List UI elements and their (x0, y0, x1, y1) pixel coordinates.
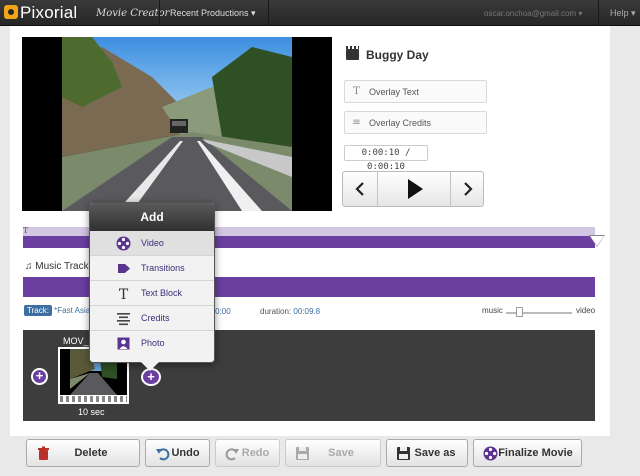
text-track-marker: T (23, 226, 29, 235)
undo-button[interactable]: Undo (145, 439, 210, 467)
duration-label: duration: (260, 307, 292, 316)
timecode-display: 0:00:10 / 0:00:10 (344, 145, 428, 172)
film-reel-icon (116, 236, 131, 251)
song-name[interactable]: *Fast Asia (54, 306, 90, 315)
previous-button[interactable] (343, 172, 378, 206)
divider (268, 0, 269, 26)
duration-value: 00:09.8 (293, 307, 321, 316)
portrait-icon (117, 337, 130, 350)
overlay-credits-field[interactable]: ≡ Overlay Credits (344, 111, 487, 134)
arrow-right-icon (118, 264, 130, 273)
add-text-block-item[interactable]: T Text Block (90, 281, 214, 306)
mix-video-label: video (576, 306, 596, 315)
divider (598, 0, 599, 26)
duration-info: duration: 00:09.8 (260, 307, 320, 316)
account-menu[interactable]: oscar.onchoa@gmail.com ▾ (484, 9, 582, 18)
next-button[interactable] (451, 172, 485, 206)
clip-film-strip (60, 396, 127, 402)
divider (159, 0, 160, 26)
svg-text:T: T (119, 287, 129, 301)
mix-music-label: music (482, 306, 503, 315)
music-track-label: ♫ Music Track (25, 261, 89, 272)
playback-controls (342, 171, 484, 207)
clip-duration: 10 sec (78, 407, 105, 417)
overlay-text-label: Overlay Text (369, 87, 419, 97)
finalize-movie-button[interactable]: Finalize Movie (473, 439, 582, 467)
recent-productions-menu[interactable]: Recent Productions ▾ (170, 8, 256, 19)
popover-pointer (141, 362, 159, 371)
add-transitions-item[interactable]: Transitions (90, 256, 214, 281)
top-navigation-bar: Pixorial Movie Creator Recent Production… (0, 0, 640, 26)
track-badge: Track: (24, 305, 52, 316)
add-menu-popover: Add Video Transitions T Text Block Credi… (89, 202, 215, 363)
save-label: Save (328, 447, 354, 459)
add-credits-label: Credits (141, 313, 170, 323)
chevron-right-icon (464, 182, 473, 196)
delete-button[interactable]: Delete (26, 439, 140, 467)
add-photo-item[interactable]: Photo (90, 331, 214, 356)
list-icon (117, 313, 130, 326)
add-photo-label: Photo (141, 338, 165, 348)
add-transitions-label: Transitions (141, 263, 185, 273)
add-clip-before-button[interactable]: + (31, 368, 48, 385)
help-menu[interactable]: Help ▾ (610, 8, 636, 19)
overlay-text-field[interactable]: T Overlay Text (344, 80, 487, 103)
overlay-credits-label: Overlay Credits (369, 118, 432, 128)
add-credits-item[interactable]: Credits (90, 306, 214, 331)
add-video-label: Video (141, 238, 164, 248)
pixorial-logo-icon[interactable] (4, 5, 18, 19)
redo-button[interactable]: Redo (215, 439, 280, 467)
video-preview[interactable] (22, 37, 332, 211)
play-icon (408, 179, 423, 199)
undo-label: Undo (171, 447, 200, 459)
delete-label: Delete (74, 447, 108, 459)
project-title[interactable]: Buggy Day (366, 48, 429, 62)
video-frame-image (62, 37, 292, 211)
add-video-item[interactable]: Video (90, 231, 214, 256)
track-info: Track: *Fast Asia (24, 305, 90, 316)
list-icon: ≡ (352, 117, 361, 128)
text-icon: T (353, 86, 360, 97)
save-as-button[interactable]: Save as (386, 439, 468, 467)
redo-label: Redo (241, 447, 270, 459)
chevron-left-icon (355, 182, 364, 196)
brand-name[interactable]: Pixorial (20, 3, 77, 23)
playhead-handle[interactable] (590, 236, 604, 246)
finalize-movie-label: Finalize Movie (498, 447, 573, 459)
text-icon: T (119, 287, 129, 301)
clip-name: MOV_ (63, 336, 89, 346)
add-menu-title: Add (90, 203, 214, 231)
mix-slider-knob[interactable] (515, 307, 523, 317)
add-text-block-label: Text Block (141, 288, 183, 298)
play-button[interactable] (378, 172, 451, 206)
clapperboard-icon (346, 46, 359, 60)
save-button[interactable]: Save (285, 439, 381, 467)
save-as-label: Save as (414, 447, 456, 459)
